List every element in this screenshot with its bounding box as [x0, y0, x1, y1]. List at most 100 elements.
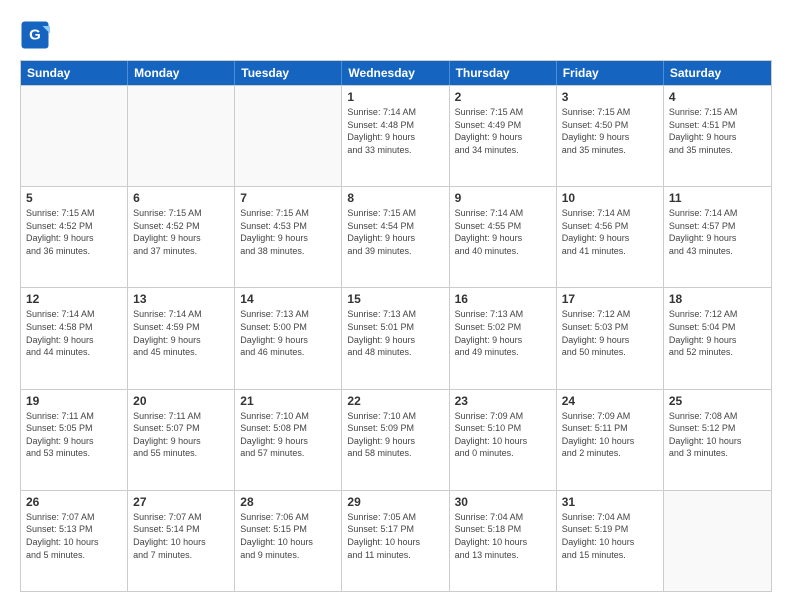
- day-info: Sunrise: 7:04 AM Sunset: 5:18 PM Dayligh…: [455, 511, 551, 561]
- day-number: 3: [562, 90, 658, 104]
- calendar-cell: 8 Sunrise: 7:15 AM Sunset: 4:54 PM Daylig…: [342, 187, 449, 287]
- day-info: Sunrise: 7:13 AM Sunset: 5:01 PM Dayligh…: [347, 308, 443, 358]
- calendar-cell: 17Sunrise: 7:12 AM Sunset: 5:03 PM Dayli…: [557, 288, 664, 388]
- calendar-cell: 7 Sunrise: 7:15 AM Sunset: 4:53 PM Daylig…: [235, 187, 342, 287]
- day-info: Sunrise: 7:14 AM Sunset: 4:56 PM Dayligh…: [562, 207, 658, 257]
- day-info: Sunrise: 7:11 AM Sunset: 5:07 PM Dayligh…: [133, 410, 229, 460]
- day-info: Sunrise: 7:12 AM Sunset: 5:03 PM Dayligh…: [562, 308, 658, 358]
- day-info: Sunrise: 7:10 AM Sunset: 5:08 PM Dayligh…: [240, 410, 336, 460]
- calendar-cell: 25 Sunrise: 7:08 AM Sunset: 5:12 PM Dayli…: [664, 390, 771, 490]
- calendar-header: SundayMondayTuesdayWednesdayThursdayFrid…: [21, 61, 771, 85]
- day-info: Sunrise: 7:11 AM Sunset: 5:05 PM Dayligh…: [26, 410, 122, 460]
- calendar-cell: 15Sunrise: 7:13 AM Sunset: 5:01 PM Dayli…: [342, 288, 449, 388]
- calendar-cell: 10 Sunrise: 7:14 AM Sunset: 4:56 PM Dayli…: [557, 187, 664, 287]
- day-info: Sunrise: 7:14 AM Sunset: 4:55 PM Dayligh…: [455, 207, 551, 257]
- day-number: 16: [455, 292, 551, 306]
- day-info: Sunrise: 7:15 AM Sunset: 4:53 PM Dayligh…: [240, 207, 336, 257]
- day-number: 5: [26, 191, 122, 205]
- day-info: Sunrise: 7:15 AM Sunset: 4:50 PM Dayligh…: [562, 106, 658, 156]
- calendar-cell: 9 Sunrise: 7:14 AM Sunset: 4:55 PM Daylig…: [450, 187, 557, 287]
- day-number: 1: [347, 90, 443, 104]
- calendar-row: 5 Sunrise: 7:15 AM Sunset: 4:52 PM Daylig…: [21, 186, 771, 287]
- day-number: 29: [347, 495, 443, 509]
- day-number: 12: [26, 292, 122, 306]
- day-number: 9: [455, 191, 551, 205]
- calendar-cell: 21 Sunrise: 7:10 AM Sunset: 5:08 PM Dayli…: [235, 390, 342, 490]
- day-number: 31: [562, 495, 658, 509]
- calendar-cell: 2Sunrise: 7:15 AM Sunset: 4:49 PM Daylig…: [450, 86, 557, 186]
- day-info: Sunrise: 7:14 AM Sunset: 4:59 PM Dayligh…: [133, 308, 229, 358]
- day-number: 20: [133, 394, 229, 408]
- day-number: 26: [26, 495, 122, 509]
- calendar-cell: 3 Sunrise: 7:15 AM Sunset: 4:50 PM Daylig…: [557, 86, 664, 186]
- day-number: 23: [455, 394, 551, 408]
- day-info: Sunrise: 7:05 AM Sunset: 5:17 PM Dayligh…: [347, 511, 443, 561]
- calendar-cell: 19 Sunrise: 7:11 AM Sunset: 5:05 PM Dayli…: [21, 390, 128, 490]
- svg-text:G: G: [29, 27, 41, 44]
- page: G SundayMondayTuesdayWednesdayThursdayFr…: [0, 0, 792, 612]
- day-number: 10: [562, 191, 658, 205]
- calendar-cell: 23 Sunrise: 7:09 AM Sunset: 5:10 PM Dayli…: [450, 390, 557, 490]
- calendar-cell: 29 Sunrise: 7:05 AM Sunset: 5:17 PM Dayli…: [342, 491, 449, 591]
- day-number: 2: [455, 90, 551, 104]
- day-info: Sunrise: 7:15 AM Sunset: 4:54 PM Dayligh…: [347, 207, 443, 257]
- header: G: [20, 20, 772, 50]
- day-info: Sunrise: 7:15 AM Sunset: 4:52 PM Dayligh…: [133, 207, 229, 257]
- calendar-cell: 6 Sunrise: 7:15 AM Sunset: 4:52 PM Daylig…: [128, 187, 235, 287]
- day-info: Sunrise: 7:14 AM Sunset: 4:58 PM Dayligh…: [26, 308, 122, 358]
- day-info: Sunrise: 7:15 AM Sunset: 4:52 PM Dayligh…: [26, 207, 122, 257]
- calendar-cell: 4Sunrise: 7:15 AM Sunset: 4:51 PM Daylig…: [664, 86, 771, 186]
- calendar-cell: 30 Sunrise: 7:04 AM Sunset: 5:18 PM Dayli…: [450, 491, 557, 591]
- day-number: 28: [240, 495, 336, 509]
- calendar-cell: [21, 86, 128, 186]
- calendar-row: 26 Sunrise: 7:07 AM Sunset: 5:13 PM Dayli…: [21, 490, 771, 591]
- day-number: 8: [347, 191, 443, 205]
- calendar-cell: 22Sunrise: 7:10 AM Sunset: 5:09 PM Dayli…: [342, 390, 449, 490]
- day-number: 13: [133, 292, 229, 306]
- calendar-cell: 31 Sunrise: 7:04 AM Sunset: 5:19 PM Dayli…: [557, 491, 664, 591]
- day-number: 18: [669, 292, 766, 306]
- day-number: 25: [669, 394, 766, 408]
- calendar-row: 12 Sunrise: 7:14 AM Sunset: 4:58 PM Dayli…: [21, 287, 771, 388]
- weekday-header: Thursday: [450, 61, 557, 85]
- calendar-cell: 28 Sunrise: 7:06 AM Sunset: 5:15 PM Dayli…: [235, 491, 342, 591]
- logo: G: [20, 20, 54, 50]
- weekday-header: Tuesday: [235, 61, 342, 85]
- weekday-header: Wednesday: [342, 61, 449, 85]
- day-info: Sunrise: 7:09 AM Sunset: 5:11 PM Dayligh…: [562, 410, 658, 460]
- day-info: Sunrise: 7:09 AM Sunset: 5:10 PM Dayligh…: [455, 410, 551, 460]
- calendar-cell: 5 Sunrise: 7:15 AM Sunset: 4:52 PM Daylig…: [21, 187, 128, 287]
- day-info: Sunrise: 7:04 AM Sunset: 5:19 PM Dayligh…: [562, 511, 658, 561]
- calendar-cell: [128, 86, 235, 186]
- logo-icon: G: [20, 20, 50, 50]
- day-info: Sunrise: 7:07 AM Sunset: 5:14 PM Dayligh…: [133, 511, 229, 561]
- day-number: 11: [669, 191, 766, 205]
- calendar-row: 19 Sunrise: 7:11 AM Sunset: 5:05 PM Dayli…: [21, 389, 771, 490]
- day-info: Sunrise: 7:10 AM Sunset: 5:09 PM Dayligh…: [347, 410, 443, 460]
- calendar-cell: 11 Sunrise: 7:14 AM Sunset: 4:57 PM Dayli…: [664, 187, 771, 287]
- calendar-cell: 16 Sunrise: 7:13 AM Sunset: 5:02 PM Dayli…: [450, 288, 557, 388]
- day-number: 7: [240, 191, 336, 205]
- day-info: Sunrise: 7:14 AM Sunset: 4:57 PM Dayligh…: [669, 207, 766, 257]
- calendar-cell: [235, 86, 342, 186]
- day-number: 6: [133, 191, 229, 205]
- day-info: Sunrise: 7:06 AM Sunset: 5:15 PM Dayligh…: [240, 511, 336, 561]
- calendar-body: 1 Sunrise: 7:14 AM Sunset: 4:48 PM Daylig…: [21, 85, 771, 591]
- day-info: Sunrise: 7:14 AM Sunset: 4:48 PM Dayligh…: [347, 106, 443, 156]
- calendar-row: 1 Sunrise: 7:14 AM Sunset: 4:48 PM Daylig…: [21, 85, 771, 186]
- day-number: 21: [240, 394, 336, 408]
- day-info: Sunrise: 7:15 AM Sunset: 4:51 PM Dayligh…: [669, 106, 766, 156]
- day-number: 30: [455, 495, 551, 509]
- day-info: Sunrise: 7:07 AM Sunset: 5:13 PM Dayligh…: [26, 511, 122, 561]
- day-info: Sunrise: 7:12 AM Sunset: 5:04 PM Dayligh…: [669, 308, 766, 358]
- calendar-cell: 20 Sunrise: 7:11 AM Sunset: 5:07 PM Dayli…: [128, 390, 235, 490]
- weekday-header: Monday: [128, 61, 235, 85]
- day-number: 19: [26, 394, 122, 408]
- calendar-cell: 12 Sunrise: 7:14 AM Sunset: 4:58 PM Dayli…: [21, 288, 128, 388]
- day-info: Sunrise: 7:08 AM Sunset: 5:12 PM Dayligh…: [669, 410, 766, 460]
- weekday-header: Friday: [557, 61, 664, 85]
- day-info: Sunrise: 7:13 AM Sunset: 5:02 PM Dayligh…: [455, 308, 551, 358]
- calendar-cell: 26 Sunrise: 7:07 AM Sunset: 5:13 PM Dayli…: [21, 491, 128, 591]
- calendar-cell: 1 Sunrise: 7:14 AM Sunset: 4:48 PM Daylig…: [342, 86, 449, 186]
- weekday-header: Sunday: [21, 61, 128, 85]
